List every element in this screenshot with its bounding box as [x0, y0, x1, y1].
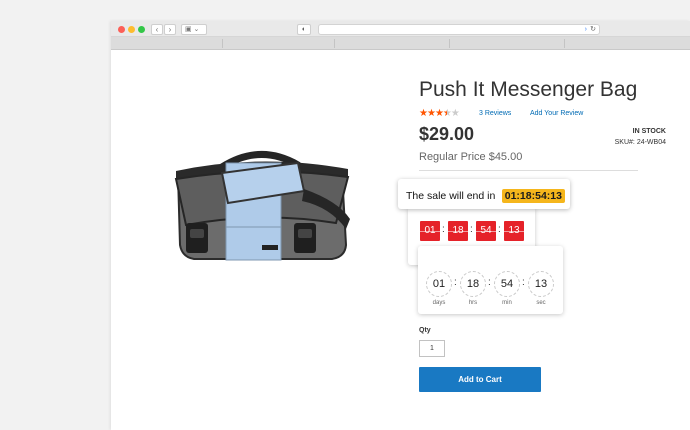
regular-price: Regular Price $45.00 — [419, 151, 523, 163]
countdown-seconds-value: 13 — [528, 271, 554, 297]
sale-countdown-banner: The sale will end in 01:18:54:13 — [398, 179, 570, 209]
countdown-minutes-label: min — [502, 300, 512, 306]
divider — [419, 170, 638, 171]
circle-countdown-widget: 01 : 18 : 54 : 13 days hrs min sec — [418, 246, 563, 314]
reviews-link[interactable]: 3 Reviews — [479, 110, 511, 117]
tab-divider — [222, 39, 223, 48]
countdown-separator: : — [442, 224, 445, 235]
countdown-seconds-value: 13 — [504, 221, 524, 241]
privacy-report-button[interactable]: ◐ — [297, 24, 311, 35]
sidebar-toggle-button[interactable]: ▣ ⌄ — [181, 24, 207, 35]
qty-label: Qty — [419, 327, 431, 334]
tab-divider — [449, 39, 450, 48]
product-price: $29.00 — [419, 124, 475, 144]
star-full-icon: ★ — [419, 108, 428, 119]
countdown-hours-value: 18 — [460, 271, 486, 297]
countdown-separator: : — [454, 277, 457, 288]
stock-status: IN STOCK — [632, 128, 666, 135]
star-full-icon: ★ — [426, 108, 436, 119]
star-full-icon: ★ — [434, 108, 444, 119]
countdown-seconds-label: sec — [536, 300, 546, 306]
product-sku: SKU#: 24-WB04 — [614, 139, 666, 146]
tab-bar — [111, 37, 690, 50]
sale-timer: 01:18:54:13 — [501, 188, 565, 203]
countdown-separator: : — [498, 224, 501, 235]
add-review-link[interactable]: Add Your Review — [530, 110, 583, 117]
rating-stars: ★★★★★ — [419, 108, 460, 119]
countdown-hours-value: 18 — [448, 221, 468, 241]
countdown-minutes-value: 54 — [476, 221, 496, 241]
reload-icon[interactable]: ↻ — [590, 25, 596, 34]
bookmark-icon: › — [584, 26, 587, 33]
countdown-minutes-value: 54 — [494, 271, 520, 297]
add-to-cart-button[interactable]: Add to Cart — [419, 367, 541, 392]
countdown-days-value: 01 — [420, 221, 440, 241]
address-bar[interactable]: › ↻ — [318, 24, 600, 35]
back-button[interactable]: ‹ — [151, 24, 163, 35]
forward-button[interactable]: › — [164, 24, 176, 35]
countdown-days-label: days — [432, 300, 446, 306]
countdown-days-value: 01 — [426, 271, 452, 297]
sale-message: The sale will end in — [406, 189, 496, 202]
browser-titlebar: ‹ › ▣ ⌄ ◐ › ↻ — [111, 21, 690, 37]
star-empty-icon: ★ — [450, 108, 460, 119]
countdown-separator: : — [522, 277, 525, 288]
tab-divider — [334, 39, 335, 48]
countdown-hours-label: hrs — [468, 300, 478, 306]
zoom-window-button[interactable] — [138, 26, 145, 33]
product-image — [174, 151, 350, 261]
countdown-separator: : — [470, 224, 473, 235]
product-title: Push It Messenger Bag — [419, 78, 638, 101]
close-window-button[interactable] — [118, 26, 125, 33]
countdown-separator: : — [488, 277, 491, 288]
tab-divider — [564, 39, 565, 48]
star-half-icon: ★ — [442, 108, 452, 119]
minimize-window-button[interactable] — [128, 26, 135, 33]
qty-input[interactable] — [419, 340, 445, 357]
